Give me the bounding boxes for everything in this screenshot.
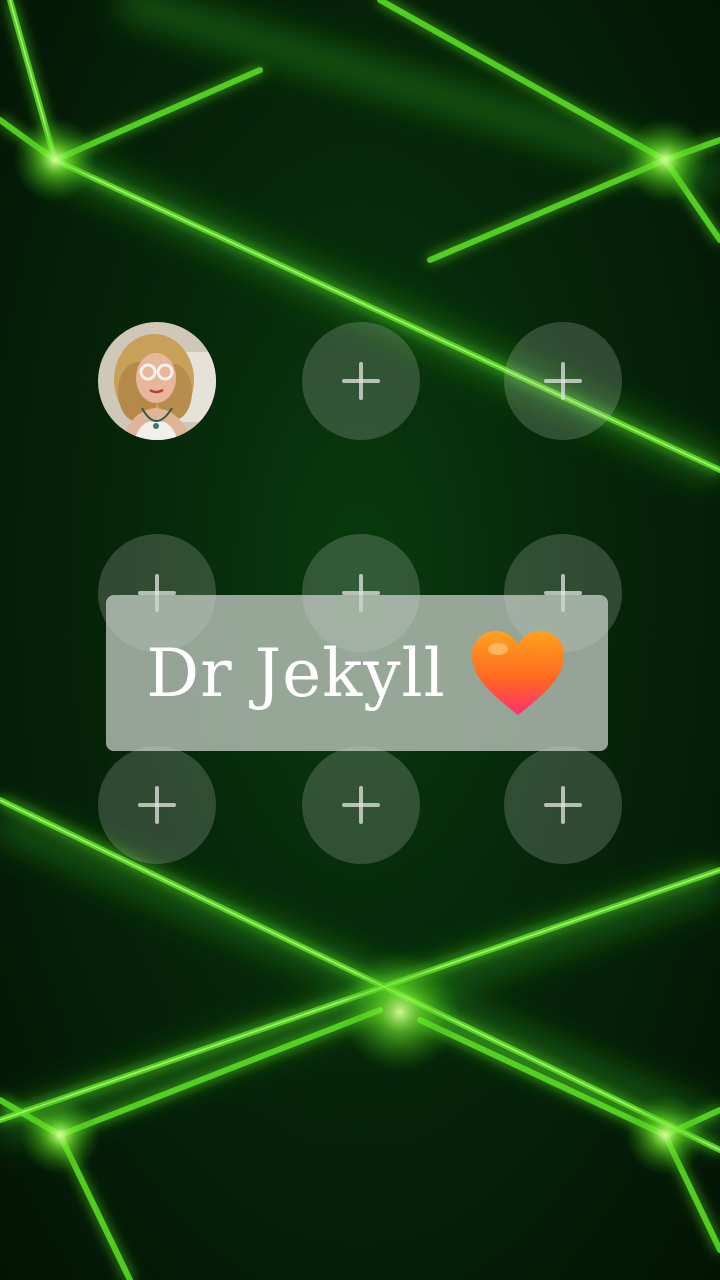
contact-avatar[interactable] <box>98 322 216 440</box>
story-canvas: Dr Jekyll <box>0 0 720 1280</box>
plus-icon <box>544 362 582 400</box>
plus-icon <box>342 786 380 824</box>
add-contact-slot-8[interactable] <box>302 746 420 864</box>
add-contact-slot-7[interactable] <box>98 746 216 864</box>
caption-banner[interactable]: Dr Jekyll <box>106 595 608 751</box>
orange-heart-icon <box>471 631 564 715</box>
profile-photo <box>98 322 216 440</box>
add-contact-slot-3[interactable] <box>504 322 622 440</box>
plus-icon <box>544 786 582 824</box>
caption-text: Dr Jekyll <box>146 634 446 712</box>
add-contact-slot-9[interactable] <box>504 746 622 864</box>
plus-icon <box>138 786 176 824</box>
plus-icon <box>342 362 380 400</box>
add-contact-slot-2[interactable] <box>302 322 420 440</box>
